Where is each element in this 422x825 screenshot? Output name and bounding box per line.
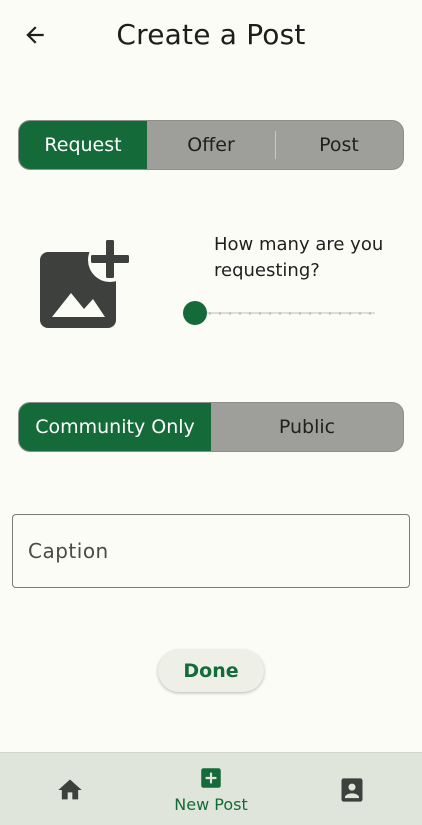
page-title: Create a Post — [116, 18, 306, 51]
nav-home[interactable] — [40, 753, 100, 825]
post-type-offer[interactable]: Offer — [147, 121, 275, 169]
visibility-public[interactable]: Public — [211, 403, 403, 451]
add-box-icon — [201, 768, 221, 788]
nav-new-post[interactable]: New Post — [160, 753, 262, 825]
nav-new-post-label: New Post — [174, 795, 248, 814]
slider-thumb[interactable] — [183, 301, 207, 325]
nav-profile[interactable] — [322, 753, 382, 825]
add-image-button[interactable] — [38, 238, 133, 330]
home-icon — [58, 779, 82, 799]
post-type-request[interactable]: Request — [19, 121, 147, 169]
profile-badge-icon — [341, 777, 363, 802]
post-type-post[interactable]: Post — [275, 121, 403, 169]
add-photo-icon — [40, 238, 132, 328]
quantity-question: How many are you requesting? — [214, 234, 384, 281]
bottom-navigation: New Post — [0, 752, 422, 825]
slider-ticks — [195, 312, 375, 315]
post-type-selector: Request Offer Post — [18, 120, 404, 170]
done-button[interactable]: Done — [158, 650, 264, 692]
visibility-selector: Community Only Public — [18, 402, 404, 452]
visibility-community-only[interactable]: Community Only — [19, 403, 211, 451]
caption-input[interactable] — [12, 514, 410, 588]
quantity-slider[interactable] — [183, 300, 377, 326]
